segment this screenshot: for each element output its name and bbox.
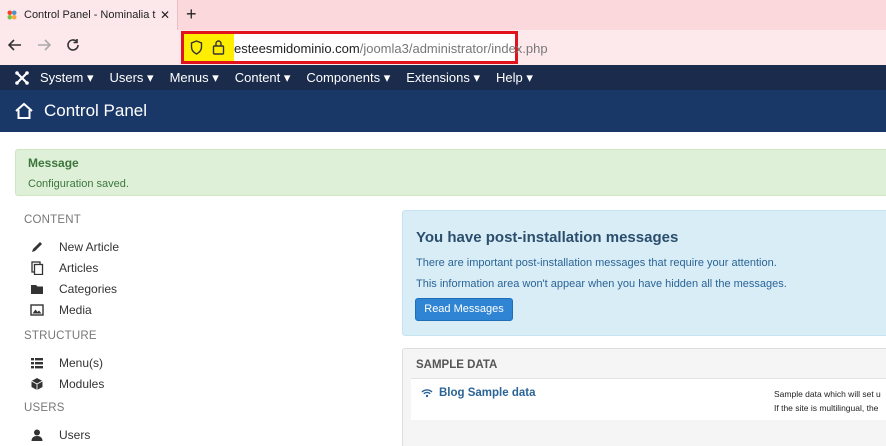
sidebar-heading-users: USERS <box>24 402 65 414</box>
menu-system[interactable]: System ▾ <box>40 70 93 86</box>
cube-icon <box>31 377 43 390</box>
post-installation-text: There are important post-installation me… <box>416 257 777 269</box>
tab-title: Control Panel - Nominalia test <box>24 9 156 21</box>
reload-icon[interactable] <box>66 38 80 57</box>
url-path: /joomla3/administrator/index.php <box>359 41 548 56</box>
address-bar[interactable]: esteesmidominio.com/joomla3/administrato… <box>181 31 548 64</box>
browser-tab-strip: Control Panel - Nominalia test ✕ + <box>0 0 886 30</box>
sidebar-heading-content: CONTENT <box>24 214 81 226</box>
sidebar-item-categories[interactable]: Categories <box>24 278 224 299</box>
blog-sample-data-label: Blog Sample data <box>439 387 536 399</box>
menu-extensions[interactable]: Extensions ▾ <box>406 70 480 86</box>
url-domain: esteesmidominio.com <box>234 41 360 56</box>
forward-arrow-icon[interactable] <box>37 38 52 57</box>
browser-tab[interactable]: Control Panel - Nominalia test ✕ <box>0 0 178 30</box>
post-installation-title: You have post-installation messages <box>416 229 679 246</box>
menu-content[interactable]: Content ▾ <box>235 70 291 86</box>
joomla-favicon-icon <box>7 10 17 20</box>
sidebar-item-label: Modules <box>59 376 105 391</box>
joomla-logo-icon[interactable] <box>14 70 30 86</box>
sidebar-item-label: Categories <box>59 281 118 296</box>
lock-icon[interactable] <box>212 39 225 55</box>
sidebar-item-label: Menu(s) <box>59 355 104 370</box>
sidebar-item-users[interactable]: Users <box>24 424 224 445</box>
menu-menus[interactable]: Menus ▾ <box>170 70 219 86</box>
sample-data-description: Sample data which will set u <box>774 389 881 399</box>
blog-sample-data-link[interactable]: Blog Sample data <box>421 387 536 399</box>
folder-icon <box>31 284 43 294</box>
wifi-icon <box>421 389 433 398</box>
sample-data-heading: SAMPLE DATA <box>416 359 498 371</box>
quick-links-sidebar: CONTENT New Article Articles Categories … <box>24 210 224 445</box>
success-message: Message Configuration saved. <box>15 149 886 196</box>
stack-icon <box>31 260 44 275</box>
sidebar-item-label: Users <box>59 427 91 442</box>
user-icon <box>31 429 43 441</box>
image-icon <box>30 303 44 316</box>
alert-heading: Message <box>28 156 79 170</box>
menu-users[interactable]: Users ▾ <box>109 70 153 86</box>
sidebar-item-label: Media <box>59 302 92 317</box>
sidebar-item-media[interactable]: Media <box>24 299 224 320</box>
sidebar-item-label: New Article <box>59 239 120 254</box>
menu-help[interactable]: Help ▾ <box>496 70 533 86</box>
sidebar-item-label: Articles <box>59 260 99 275</box>
tab-close-button[interactable]: ✕ <box>160 8 170 22</box>
sample-data-note: If the site is multilingual, the <box>774 403 879 413</box>
read-messages-button[interactable]: Read Messages <box>415 298 513 321</box>
sample-data-row: Blog Sample data Sample data which will … <box>411 378 886 420</box>
alert-text: Configuration saved. <box>28 178 129 190</box>
sidebar-item-menus[interactable]: Menu(s) <box>24 352 224 373</box>
shield-icon[interactable] <box>190 40 203 55</box>
url-text: esteesmidominio.com/joomla3/administrato… <box>234 41 548 56</box>
sidebar-item-modules[interactable]: Modules <box>24 373 224 394</box>
post-installation-panel: You have post-installation messages Ther… <box>402 210 886 336</box>
sidebar-item-new-article[interactable]: New Article <box>24 236 224 257</box>
back-arrow-icon[interactable] <box>7 38 22 57</box>
page-title: Control Panel <box>44 101 148 120</box>
admin-top-menu: System ▾ Users ▾ Menus ▾ Content ▾ Compo… <box>0 65 886 90</box>
menu-components[interactable]: Components ▾ <box>306 70 390 86</box>
page-header: Control Panel <box>0 90 886 132</box>
sidebar-item-articles[interactable]: Articles <box>24 257 224 278</box>
list-icon <box>31 357 43 368</box>
post-installation-note: This information area won't appear when … <box>416 278 787 290</box>
sample-data-panel: SAMPLE DATA Blog Sample data Sample data… <box>402 348 886 446</box>
pencil-icon <box>32 241 42 252</box>
new-tab-button[interactable]: + <box>186 4 197 24</box>
sidebar-heading-structure: STRUCTURE <box>24 330 97 342</box>
home-icon <box>15 102 33 119</box>
